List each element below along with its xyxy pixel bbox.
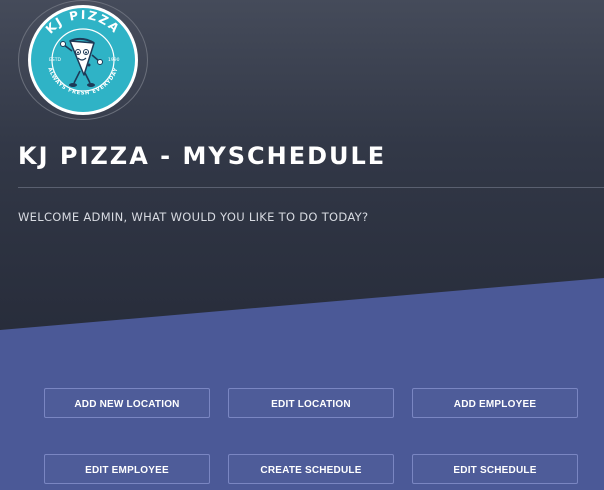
title-divider xyxy=(18,187,604,188)
create-schedule-button[interactable]: CREATE SCHEDULE xyxy=(228,454,394,484)
edit-schedule-button[interactable]: EDIT SCHEDULE xyxy=(412,454,578,484)
add-employee-button[interactable]: ADD EMPLOYEE xyxy=(412,388,578,418)
welcome-message: WELCOME ADMIN, WHAT WOULD YOU LIKE TO DO… xyxy=(18,210,369,224)
edit-employee-button[interactable]: EDIT EMPLOYEE xyxy=(44,454,210,484)
page-title: KJ PIZZA - MYSCHEDULE xyxy=(18,142,387,170)
pizza-mascot-logo-icon: KJ PIZZA ALWAYS FRESH EVERYDAY ESTD 1990 xyxy=(31,8,135,112)
add-location-button[interactable]: ADD NEW LOCATION xyxy=(44,388,210,418)
logo: KJ PIZZA ALWAYS FRESH EVERYDAY ESTD 1990 xyxy=(28,5,138,115)
edit-location-button[interactable]: EDIT LOCATION xyxy=(228,388,394,418)
logo-left-mark: ESTD xyxy=(49,57,61,63)
logo-right-mark: 1990 xyxy=(108,57,120,63)
logo-frame: KJ PIZZA ALWAYS FRESH EVERYDAY ESTD 1990 xyxy=(18,0,148,120)
